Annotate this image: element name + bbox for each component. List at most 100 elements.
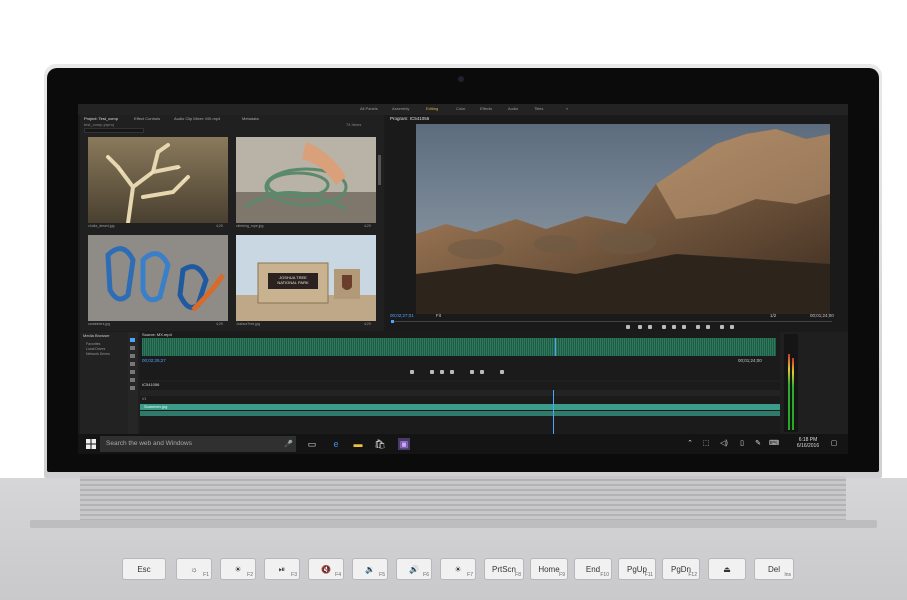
volume-icon[interactable]: ◁) (718, 438, 730, 450)
key[interactable]: Home F9 (530, 558, 568, 580)
thumbnail-carabiners[interactable] (88, 235, 228, 321)
zoom-select[interactable]: Fit (436, 313, 441, 318)
tab-audio-clip-mixer[interactable]: Audio Clip Mixer: MX.mp4 (174, 116, 220, 121)
media-browser-title[interactable]: Media Browser (83, 333, 110, 338)
microphone-icon[interactable]: 🎤 (284, 440, 293, 448)
key[interactable]: 🔇 F4 (308, 558, 344, 580)
windows-start-icon[interactable] (86, 439, 96, 449)
media-browser-item[interactable]: Local Drives (86, 347, 105, 351)
taskbar-search-box[interactable]: Search the web and Windows 🎤 (100, 436, 296, 452)
button-editor[interactable] (730, 325, 734, 329)
tab-metadata[interactable]: Metadata (242, 116, 259, 121)
ripple-edit-icon[interactable] (130, 354, 135, 358)
source-step-back-button[interactable] (430, 370, 434, 374)
marker-button[interactable] (626, 325, 630, 329)
play-button[interactable] (672, 325, 676, 329)
mark-out-button[interactable] (648, 325, 652, 329)
audio-clip[interactable] (140, 411, 780, 416)
key[interactable]: Esc (122, 558, 166, 580)
action-center-icon[interactable]: ▢ (828, 438, 840, 450)
sequence-tab[interactable]: IC541056 (142, 382, 159, 387)
carabiners-image (88, 235, 228, 321)
pen-icon[interactable]: ✎ (752, 438, 764, 450)
screen: All Panels Assembly Editing Color Effect… (78, 104, 848, 454)
premiere-app-icon[interactable]: ▣ (398, 438, 410, 450)
network-icon[interactable]: ⬚ (700, 438, 712, 450)
program-title[interactable]: Program: IC541056 (390, 116, 429, 121)
resolution-select[interactable]: 1/2 (770, 313, 776, 318)
key[interactable]: Del Ins (754, 558, 794, 580)
overwrite-button[interactable] (480, 370, 484, 374)
program-scrubber[interactable] (392, 321, 832, 322)
hand-tool-icon[interactable] (130, 386, 135, 390)
thumbnail-joshua-tree[interactable]: JOSHUA TREE NATIONAL PARK (236, 235, 376, 321)
chevron-up-icon[interactable]: ⌃ (684, 438, 696, 450)
track-label: V1 (142, 397, 147, 401)
key[interactable]: End F10 (574, 558, 612, 580)
insert-button[interactable] (470, 370, 474, 374)
selection-tool-icon[interactable] (130, 338, 135, 342)
extract-button[interactable] (706, 325, 710, 329)
track-select-icon[interactable] (130, 346, 135, 350)
tab-effect-controls[interactable]: Effect Controls (134, 116, 160, 121)
workspace-tab[interactable]: Titles (534, 106, 543, 111)
media-browser-item[interactable]: Favorites (86, 342, 100, 346)
key[interactable]: PgUp F11 (618, 558, 656, 580)
source-tab[interactable]: Source: MX.mp4 (142, 332, 172, 337)
thumbnail-cholla[interactable] (88, 137, 228, 223)
workspace-tab[interactable]: Assembly (392, 106, 409, 111)
program-playhead[interactable] (391, 320, 394, 323)
key-fn-label: F8 (515, 572, 521, 578)
key[interactable]: 🔉 F5 (352, 558, 388, 580)
battery-icon[interactable]: ▯ (736, 438, 748, 450)
project-scrollbar[interactable] (378, 155, 381, 185)
export-frame-button[interactable] (500, 370, 504, 374)
key[interactable]: ☼ F1 (176, 558, 212, 580)
key[interactable]: PrtScn F8 (484, 558, 524, 580)
clock-date: 6/16/2016 (796, 443, 820, 449)
file-explorer-icon[interactable]: ▬ (352, 438, 364, 450)
key-label: End (585, 565, 601, 574)
workspace-tab[interactable]: Audio (508, 106, 518, 111)
tab-project[interactable]: Project: Test_comp (84, 116, 118, 121)
workspace-tab[interactable]: Color (456, 106, 466, 111)
mark-in-button[interactable] (638, 325, 642, 329)
export-frame-button[interactable] (720, 325, 724, 329)
key[interactable]: 🔊 F6 (396, 558, 432, 580)
source-timecode-current[interactable]: 00;02;25;27 (142, 358, 166, 363)
razor-tool-icon[interactable] (130, 362, 135, 366)
step-back-button[interactable] (662, 325, 666, 329)
slip-tool-icon[interactable] (130, 370, 135, 374)
pen-tool-icon[interactable] (130, 378, 135, 382)
workspace-tab[interactable]: All Panels (360, 106, 378, 111)
source-mark-in-button[interactable] (410, 370, 414, 374)
thumbnail-rope[interactable] (236, 137, 376, 223)
taskbar-clock[interactable]: 6:18 PM 6/16/2016 (793, 437, 823, 449)
store-icon[interactable]: 🛍 (374, 438, 386, 450)
key-label: ☼ (190, 565, 198, 574)
more-icon[interactable]: » (566, 106, 568, 111)
audio-waveform[interactable] (142, 338, 776, 356)
source-playhead[interactable] (555, 338, 556, 356)
key-fn-label: F5 (379, 572, 385, 578)
edge-browser-icon[interactable]: e (330, 438, 342, 450)
source-step-forward-button[interactable] (450, 370, 454, 374)
step-forward-button[interactable] (682, 325, 686, 329)
project-search-input[interactable] (84, 128, 144, 133)
key[interactable]: ⏯ F3 (264, 558, 300, 580)
source-play-button[interactable] (440, 370, 444, 374)
key[interactable]: ☀ F2 (220, 558, 256, 580)
key[interactable]: ☀ F7 (440, 558, 476, 580)
program-timecode-current[interactable]: 00;02;27;01 (390, 313, 414, 318)
timeline-playhead[interactable] (553, 390, 554, 434)
task-view-icon[interactable]: ▭ (306, 438, 318, 450)
lift-button[interactable] (696, 325, 700, 329)
key[interactable]: ⏏ (708, 558, 746, 580)
workspace-tab-active[interactable]: Editing (426, 106, 438, 111)
workspace-tab[interactable]: Effects (480, 106, 492, 111)
media-browser-item[interactable]: Network Drives (86, 352, 110, 356)
timeline-ruler[interactable] (140, 390, 780, 396)
keyboard-icon[interactable]: ⌨ (768, 438, 780, 450)
key[interactable]: PgDn F12 (662, 558, 700, 580)
video-clip[interactable]: Scanmen.jpg (140, 404, 780, 410)
